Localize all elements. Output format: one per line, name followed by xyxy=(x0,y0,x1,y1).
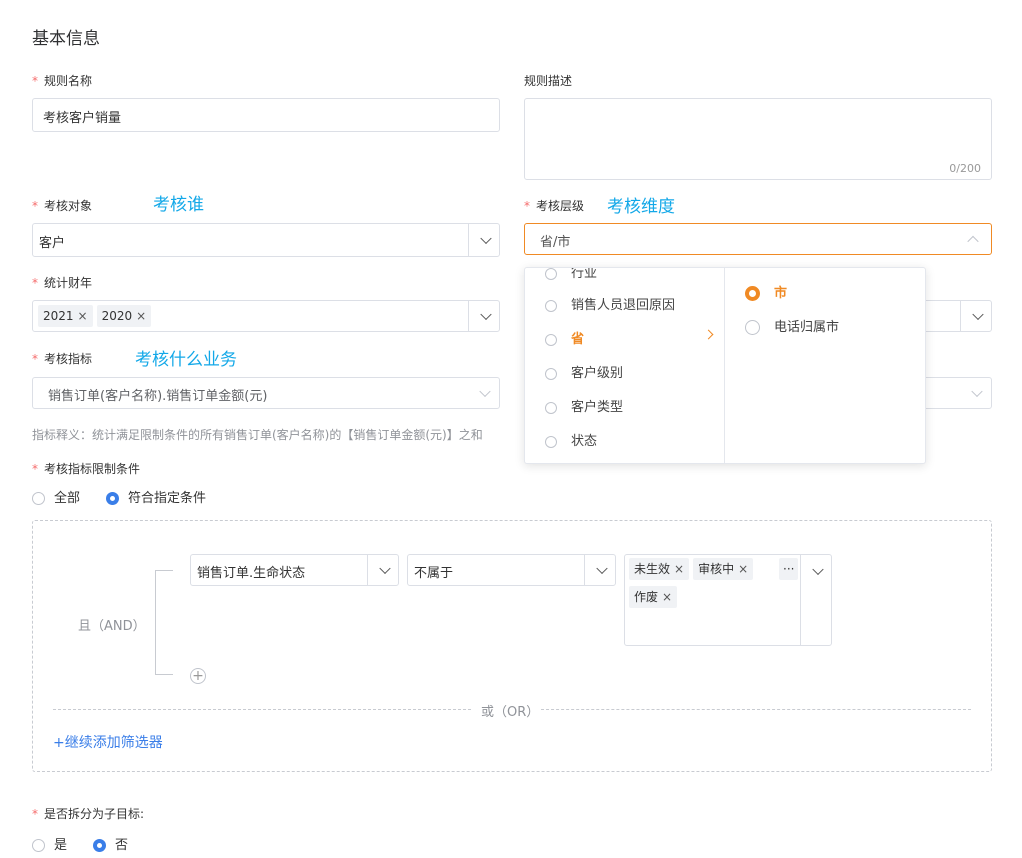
rule-name-input[interactable]: 考核客户销量 xyxy=(32,98,500,132)
filter-operator-value: 不属于 xyxy=(414,566,454,581)
cascader-option-customer-type[interactable]: 客户类型 xyxy=(545,396,623,415)
rule-desc-label: 规则描述 xyxy=(524,74,573,88)
assess-level-value: 省/市 xyxy=(540,235,571,250)
radio-icon xyxy=(545,268,557,280)
cascader-option-customer-level[interactable]: 客户级别 xyxy=(545,362,623,381)
chevron-down-icon xyxy=(812,563,824,576)
metric-hint: 指标释义：统计满足限制条件的所有销售订单(客户名称)的【销售订单金额(元)】之和 xyxy=(32,428,483,442)
split-radio-no[interactable]: 否 xyxy=(93,834,128,853)
cascader-option-phone-city[interactable]: 电话归属市 xyxy=(745,316,839,335)
fiscal-year-arrow[interactable] xyxy=(468,301,499,331)
split-radio-yes[interactable]: 是 xyxy=(32,834,67,853)
close-icon[interactable]: × xyxy=(136,309,146,323)
and-label: 且（AND） xyxy=(78,619,146,634)
fiscal-year-tag: 2020 × xyxy=(96,305,152,327)
filter-value-tag: 审核中 × xyxy=(693,558,754,580)
close-icon[interactable]: × xyxy=(662,590,672,604)
condition-radio-all[interactable]: 全部 xyxy=(32,487,80,506)
or-divider-left xyxy=(53,709,471,710)
filter-field-select[interactable]: 销售订单.生命状态 xyxy=(190,554,399,586)
metric-select[interactable]: 销售订单(客户名称).销售订单金额(元) xyxy=(32,377,500,409)
metric-value: 销售订单(客户名称).销售订单金额(元) xyxy=(48,389,268,404)
close-icon[interactable]: × xyxy=(674,562,684,576)
fiscal-year-select[interactable]: 2021 × 2020 × xyxy=(32,300,500,332)
cascader-option-status[interactable]: 状态 xyxy=(545,430,597,449)
cascader-dropdown: 行业 销售人员退回原因 省 客户级别 客户类型 状态 市 电话归属市 xyxy=(524,267,926,464)
cascader-option-return-reason[interactable]: 销售人员退回原因 xyxy=(545,294,675,313)
filter-value-tags: 未生效 × 审核中 × 作废 × xyxy=(629,558,799,608)
filter-value-select[interactable]: 未生效 × 审核中 × 作废 × ··· xyxy=(624,554,832,646)
chevron-right-icon xyxy=(703,329,714,340)
cascader-option-province[interactable]: 省 xyxy=(545,328,584,347)
more-tags-button[interactable]: ··· xyxy=(779,558,799,580)
cascader-option-industry[interactable]: 行业 xyxy=(545,268,597,281)
radio-icon xyxy=(93,839,106,852)
condition-label: * 考核指标限制条件 xyxy=(32,462,141,476)
fiscal-year-label: * 统计财年 xyxy=(32,276,93,290)
radio-icon xyxy=(32,492,45,505)
rule-desc-counter: 0/200 xyxy=(949,162,981,175)
metric-note: 考核什么业务 xyxy=(135,350,237,370)
section-title: 基本信息 xyxy=(32,29,100,49)
chevron-down-icon xyxy=(971,385,983,398)
filter-container: 且（AND） 销售订单.生命状态 不属于 未生效 × 审核中 × 作废 × ··· + 或… xyxy=(32,520,992,772)
add-condition-icon[interactable]: + xyxy=(190,668,206,684)
radio-icon xyxy=(106,492,119,505)
right-select-1-arrow[interactable] xyxy=(960,301,991,331)
assess-object-note: 考核谁 xyxy=(153,195,204,215)
chevron-down-icon xyxy=(379,562,391,575)
filter-value-arrow[interactable] xyxy=(800,555,831,645)
filter-value-tag: 作废 × xyxy=(629,586,678,608)
rule-name-label: * 规则名称 xyxy=(32,74,93,88)
assess-level-note: 考核维度 xyxy=(607,197,675,217)
or-label: 或（OR） xyxy=(481,705,540,720)
rule-name-value: 考核客户销量 xyxy=(43,111,122,126)
assess-object-select[interactable]: 客户 xyxy=(32,223,500,257)
assess-object-arrow[interactable] xyxy=(468,224,499,256)
close-icon[interactable]: × xyxy=(78,309,88,323)
radio-icon xyxy=(32,839,45,852)
add-filter-button[interactable]: +继续添加筛选器 xyxy=(53,732,163,752)
chevron-up-icon xyxy=(967,235,979,248)
filter-value-tag: 未生效 × xyxy=(629,558,690,580)
close-icon[interactable]: × xyxy=(738,562,748,576)
or-divider-right xyxy=(541,709,971,710)
chevron-down-icon xyxy=(596,562,608,575)
filter-operator-arrow[interactable] xyxy=(584,555,615,585)
rule-desc-textarea[interactable]: 0/200 xyxy=(524,98,992,180)
chevron-down-icon xyxy=(480,308,492,321)
filter-operator-select[interactable]: 不属于 xyxy=(407,554,616,586)
and-bracket xyxy=(155,570,173,675)
radio-icon xyxy=(545,299,557,312)
radio-icon xyxy=(545,435,557,448)
metric-label: * 考核指标 xyxy=(32,352,93,366)
assess-level-cascader[interactable]: 省/市 xyxy=(524,223,992,255)
fiscal-year-tag: 2021 × xyxy=(38,305,93,327)
split-label: * 是否拆分为子目标: xyxy=(32,807,145,821)
assess-object-label: * 考核对象 xyxy=(32,199,93,213)
filter-field-arrow[interactable] xyxy=(367,555,398,585)
radio-icon xyxy=(745,320,760,335)
radio-icon xyxy=(545,333,557,346)
assess-object-value: 客户 xyxy=(39,236,66,251)
chevron-down-icon xyxy=(972,308,984,321)
cascader-level-1: 行业 销售人员退回原因 省 客户级别 客户类型 状态 xyxy=(525,268,725,463)
cascader-level-2: 市 电话归属市 xyxy=(725,268,925,463)
chevron-down-icon xyxy=(480,232,492,245)
assess-level-label: * 考核层级 xyxy=(524,199,585,213)
radio-icon xyxy=(745,286,760,301)
filter-field-value: 销售订单.生命状态 xyxy=(197,566,306,581)
radio-icon xyxy=(545,367,557,380)
cascader-option-city[interactable]: 市 xyxy=(745,282,787,301)
chevron-down-icon xyxy=(479,385,491,398)
fiscal-year-tags: 2021 × 2020 × xyxy=(38,305,155,327)
radio-icon xyxy=(545,401,557,414)
condition-radio-specified[interactable]: 符合指定条件 xyxy=(106,487,206,506)
